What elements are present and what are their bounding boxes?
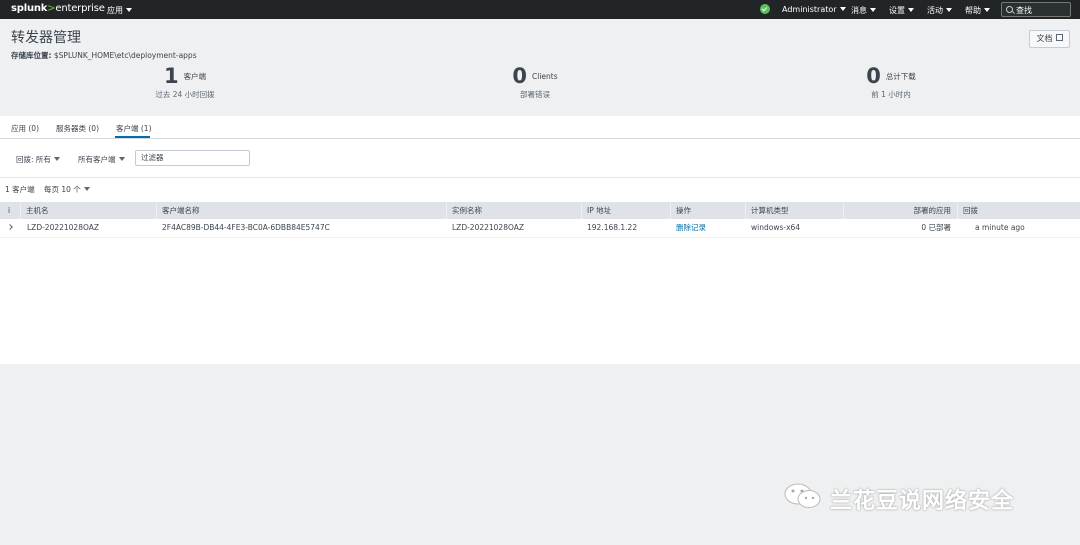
cell-instance: LZD-20221028OAZ: [452, 223, 525, 232]
active-tab-indicator: [115, 136, 150, 138]
cell-client-name: 2F4AC89B-DB44-4FE3-BC0A-6DBB84E5747C: [162, 223, 330, 232]
chevron-down-icon: [53, 157, 60, 161]
top-bar: splunk>enterprise 应用 Administrator 消息 设置…: [0, 0, 1080, 19]
user-menu-label: Administrator: [782, 5, 837, 14]
tabs-bar: 应用 (0) 服务器类 (0) 客户端 (1): [0, 116, 1080, 139]
activity-menu-label: 活动: [927, 6, 943, 15]
cell-host: LZD-20221028OAZ: [27, 223, 100, 232]
watermark-text: 兰花豆说网络安全: [830, 489, 1015, 514]
col-ip[interactable]: IP 地址: [581, 202, 670, 219]
help-menu-label: 帮助: [965, 6, 981, 15]
messages-menu-label: 消息: [851, 6, 867, 15]
tab-clients[interactable]: 客户端 (1): [116, 123, 152, 134]
chevron-right-icon[interactable]: [7, 224, 13, 230]
repo-label: 存储库位置:: [11, 51, 52, 60]
documentation-button[interactable]: 文档: [1029, 30, 1070, 48]
help-menu[interactable]: 帮助: [965, 5, 990, 16]
activity-menu[interactable]: 活动: [927, 5, 952, 16]
search-input[interactable]: 查找: [1001, 2, 1071, 17]
col-action: 操作: [670, 202, 745, 219]
splunk-logo[interactable]: splunk>enterprise: [11, 3, 105, 14]
doc-button-label: 文档: [1036, 34, 1053, 43]
chevron-down-icon: [126, 8, 132, 12]
col-phonehome[interactable]: 回拨: [957, 202, 1080, 219]
chevron-down-icon: [839, 7, 846, 11]
stat-deploy-errors: 0 Clients 部署错误: [480, 64, 590, 100]
cell-machine-type: windows-x64: [751, 223, 801, 232]
col-client-name[interactable]: 客户端名称: [156, 202, 446, 219]
messages-menu[interactable]: 消息: [851, 5, 876, 16]
repository-location: 存储库位置: $SPLUNK_HOME\etc\deployment-apps: [11, 50, 197, 61]
chevron-down-icon: [870, 8, 876, 12]
chevron-down-icon: [908, 8, 914, 12]
clients-filter-label: 所有客户端: [78, 155, 116, 164]
apps-menu-label: 应用: [107, 6, 123, 15]
search-icon: [1006, 6, 1013, 13]
settings-menu-label: 设置: [889, 6, 905, 15]
col-machine-type[interactable]: 计算机类型: [745, 202, 843, 219]
per-page-label: 每页 10 个: [44, 185, 81, 194]
per-page-dropdown[interactable]: 每页 10 个: [44, 184, 90, 195]
cell-ip: 192.168.1.22: [587, 223, 638, 232]
phonehome-filter-label: 回拨: 所有: [16, 155, 51, 164]
settings-menu[interactable]: 设置: [889, 5, 914, 16]
table-header: i 主机名 客户端名称 实例名称 IP 地址 操作 计算机类型 部署的应用 回拨: [0, 202, 1080, 219]
stat-label: Clients: [532, 71, 558, 81]
col-info: i: [8, 206, 11, 215]
stat-clients: 1 客户端 过去 24 小时回拨: [130, 64, 240, 100]
external-link-icon: [1055, 34, 1063, 41]
stat-value: 1: [163, 64, 179, 88]
repo-path: $SPLUNK_HOME\etc\deployment-apps: [53, 51, 197, 60]
clients-filter[interactable]: 所有客户端: [78, 154, 125, 165]
delete-record-link[interactable]: 删除记录: [676, 219, 706, 237]
cell-phonehome: a minute ago: [975, 223, 1025, 232]
col-deployed-apps[interactable]: 部署的应用: [843, 202, 957, 219]
col-host[interactable]: 主机名: [20, 202, 156, 219]
stat-subtitle: 过去 24 小时回拨: [155, 90, 215, 99]
stat-subtitle: 前 1 小时内: [871, 90, 911, 99]
phonehome-filter[interactable]: 回拨: 所有: [16, 154, 60, 165]
tab-server-classes[interactable]: 服务器类 (0): [56, 123, 99, 134]
filter-input[interactable]: 过滤器: [135, 150, 250, 166]
wechat-icon: [784, 483, 821, 508]
client-list: 1 客户端 每页 10 个 i 主机名 客户端名称 实例名称 IP 地址 操作 …: [0, 178, 1080, 364]
client-count: 1 客户端: [5, 185, 35, 194]
stat-label: 总计下载: [885, 71, 916, 81]
chevron-down-icon: [984, 8, 990, 12]
logo-splunk: splunk: [11, 3, 48, 14]
stat-value: 0: [512, 64, 527, 88]
col-instance[interactable]: 实例名称: [446, 202, 581, 219]
stat-subtitle: 部署错误: [520, 90, 550, 99]
stat-label: 客户端: [183, 71, 207, 81]
logo-enterprise: enterprise: [55, 3, 105, 14]
user-menu[interactable]: Administrator: [782, 5, 846, 14]
search-label: 查找: [1016, 6, 1032, 15]
tab-apps[interactable]: 应用 (0): [11, 123, 39, 134]
cell-deployed: 0 已部署: [921, 223, 951, 232]
filter-bar: 回拨: 所有 所有客户端 过滤器: [0, 139, 1080, 178]
page-title: 转发器管理: [11, 30, 81, 46]
apps-menu[interactable]: 应用: [107, 5, 132, 16]
health-ok-icon[interactable]: [760, 4, 770, 14]
stat-value: 0: [866, 64, 881, 88]
table-row: LZD-20221028OAZ 2F4AC89B-DB44-4FE3-BC0A-…: [0, 219, 1080, 238]
stat-downloads: 0 总计下载 前 1 小时内: [836, 64, 946, 100]
chevron-down-icon: [946, 8, 952, 12]
chevron-down-icon: [83, 187, 90, 191]
chevron-down-icon: [118, 157, 125, 161]
